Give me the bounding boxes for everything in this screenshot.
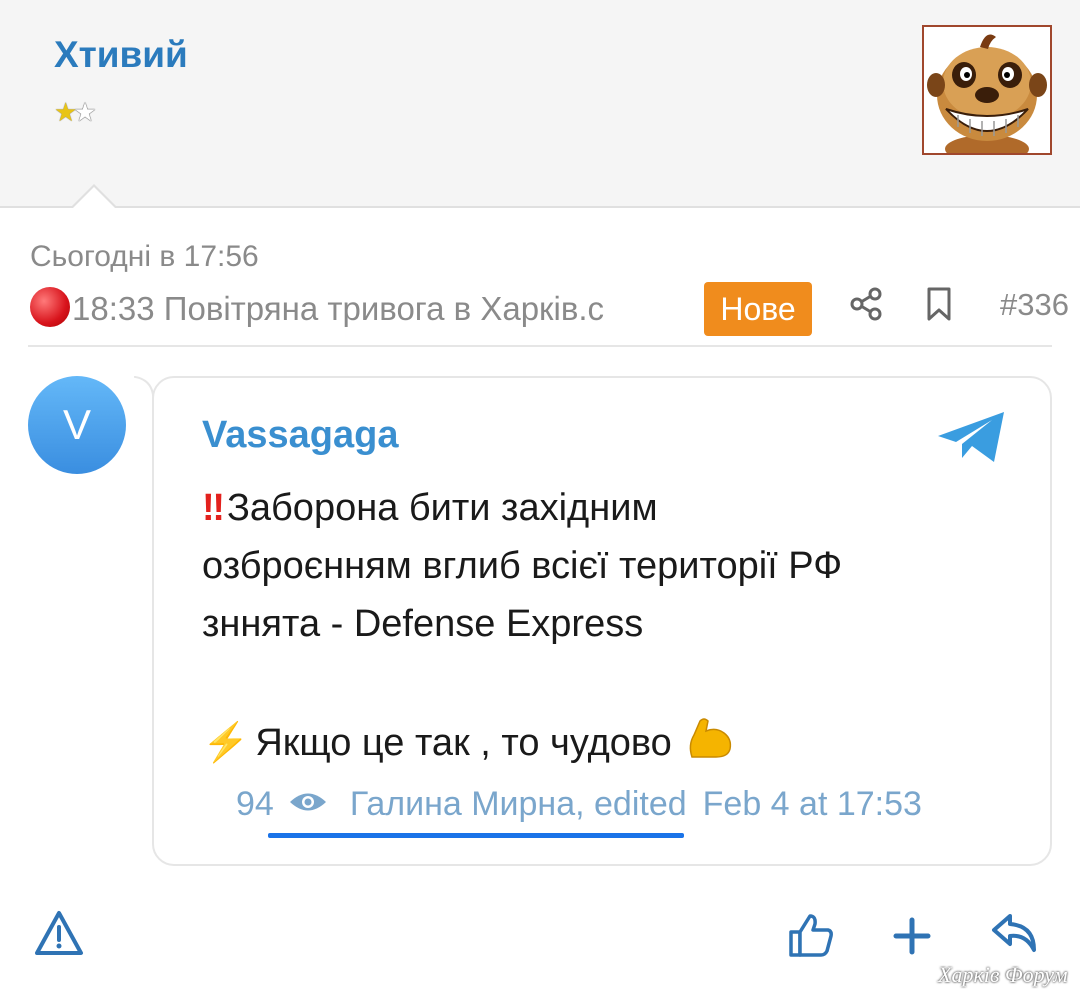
message-timestamp: Feb 4 at 17:53 [702,785,922,823]
lightning-icon: ⚡ [202,722,250,764]
thread-title-text: 18:33 Повітряна тривога в Харків.с [72,290,605,327]
new-badge: Нове [704,282,812,336]
post-date[interactable]: Сьогодні в 17:56 [30,240,259,274]
author-underline [268,833,684,838]
reply-arrow-icon[interactable] [990,912,1040,958]
message-author: Галина Мирна, edited [349,785,687,823]
rank-stars: ★★ [54,97,97,128]
header-pointer-fill [72,187,116,209]
message-line-3: зннята - Defense Express [202,603,644,645]
share-icon[interactable] [848,286,884,322]
eye-icon [289,793,326,811]
user-avatar[interactable] [922,25,1052,155]
user-header [0,0,1080,208]
telegram-logo-icon[interactable] [936,410,1008,466]
message-line-4: ⚡ Якщо це так , то чудово [202,715,734,765]
message-text-1: Заборона бити західним [226,487,658,529]
divider [28,345,1052,347]
message-line-1: ‼ Заборона бити західним [202,487,658,530]
message-text-4: Якщо це так , то чудово [255,722,672,764]
view-count: 94 [236,785,274,823]
star-filled-icon: ★ [54,97,77,127]
double-exclamation-icon: ‼ [202,487,225,529]
message-footer: 94 Галина Мирна, edited Feb 4 at 17:53 [236,785,922,824]
channel-avatar[interactable]: V [28,376,126,474]
site-watermark: Харків Форум [938,962,1068,987]
username[interactable]: Хтивий [54,34,188,76]
bookmark-icon[interactable] [924,286,954,322]
like-thumbs-up-icon[interactable] [788,912,834,958]
message-line-2: озброєнням вглиб всієї території РФ [202,545,843,587]
thread-title[interactable]: 18:33 Повітряна тривога в Харків.с [30,287,670,328]
red-circle-icon [30,287,70,327]
report-warning-icon[interactable] [34,910,84,956]
add-plus-icon[interactable] [892,916,932,956]
flexed-biceps-icon [689,718,731,758]
post-number[interactable]: #336 [1000,287,1069,323]
meerkat-avatar-image [924,27,1050,153]
channel-name[interactable]: Vassagaga [202,414,398,457]
star-empty-icon: ★ [73,97,96,127]
